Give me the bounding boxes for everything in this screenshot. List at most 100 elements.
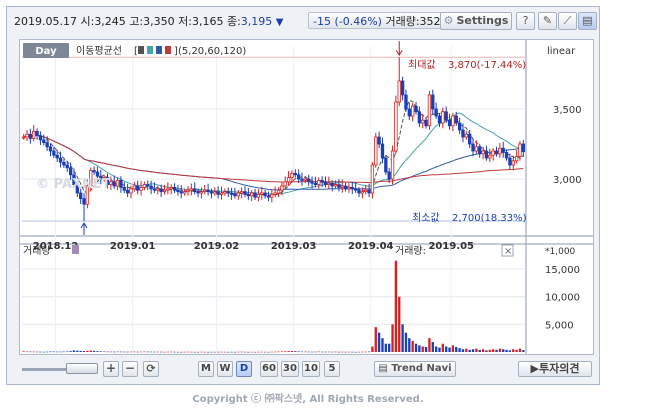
period-badge: Day	[35, 46, 57, 57]
volume-bar	[502, 349, 505, 352]
candle-body	[310, 181, 314, 184]
candle-body	[434, 108, 438, 117]
volume-bar	[200, 351, 203, 353]
candle-body	[447, 119, 452, 127]
candle-body	[25, 133, 29, 138]
volume-bar	[237, 351, 240, 353]
zoom-out-button[interactable]: −	[122, 361, 138, 377]
candle-body	[146, 184, 150, 187]
volume-bar	[314, 351, 317, 353]
zoom-in-button[interactable]: +	[103, 361, 119, 377]
volume-bar	[139, 351, 143, 353]
trend-navi-button[interactable]: ▤ Trend Navi	[374, 361, 456, 377]
min-value: 2,700(18.33%)	[452, 213, 527, 224]
ma-legend-swatch	[156, 46, 162, 54]
zoom-slider-thumb[interactable]	[66, 363, 98, 374]
candle-body	[263, 192, 267, 197]
volume-bar	[159, 351, 163, 353]
candle-body	[374, 136, 378, 166]
candle-body	[384, 157, 388, 173]
period-day-button[interactable]: D	[236, 361, 252, 377]
panel-icon[interactable]: ▤	[578, 12, 597, 30]
volume-bar	[522, 350, 525, 352]
period-60-button[interactable]: 60	[260, 361, 278, 377]
volume-bar	[186, 351, 190, 353]
ma-legend-swatch	[147, 46, 153, 54]
volume-bar	[310, 351, 314, 353]
candle-body	[290, 172, 294, 178]
close-label: 종:	[226, 15, 241, 28]
volume-bar	[465, 348, 468, 352]
candle-body	[514, 156, 519, 162]
candle-body	[52, 150, 56, 156]
candle-body	[186, 189, 190, 192]
period-5-button[interactable]: 5	[324, 361, 340, 377]
candle-body	[437, 115, 442, 124]
candle-body	[206, 189, 210, 192]
down-triangle-icon: ▼	[275, 17, 284, 28]
candle-body	[397, 80, 401, 103]
candle-body	[353, 188, 358, 191]
period-30-button[interactable]: 30	[281, 361, 299, 377]
volume-bar	[69, 351, 72, 352]
question-icon[interactable]: ?	[516, 12, 535, 30]
max-label: 최대값	[408, 59, 436, 71]
volume-bar	[277, 351, 280, 353]
x-tick-label: 2019.02	[194, 241, 240, 252]
pen-icon[interactable]: ✎	[538, 12, 557, 30]
volume-bar	[414, 343, 418, 352]
candle-body	[307, 178, 311, 183]
volume-bar	[92, 350, 96, 352]
volume-bar	[86, 350, 89, 352]
volume-bar	[290, 351, 294, 352]
investment-opinion-button[interactable]: ▶투자의견	[518, 361, 592, 377]
high-value: 3,350	[143, 15, 175, 28]
volume-bar	[56, 351, 59, 353]
period-week-button[interactable]: W	[217, 361, 233, 377]
volume-bar	[116, 351, 119, 353]
volume-bar	[183, 351, 186, 353]
volume-panel-title: 거래량	[23, 245, 51, 257]
volume-bar	[166, 351, 170, 353]
candle-body	[280, 185, 284, 191]
volume-bar	[213, 351, 216, 353]
period-10-button[interactable]: 10	[302, 361, 320, 377]
settings-button[interactable]: ⚙ Settings	[440, 12, 512, 30]
volume-bar	[82, 351, 86, 352]
volume-bar	[176, 351, 180, 353]
volume-bar	[324, 351, 327, 353]
candle-body	[172, 186, 177, 191]
volume-bar	[428, 338, 431, 352]
volume-legend-swatch	[72, 245, 79, 254]
volume-bar	[250, 351, 253, 353]
candle-body	[179, 191, 183, 194]
volume-bar	[180, 351, 183, 353]
chart-area[interactable]: 3,500 3,000 15,000 10,000 5,000 2018.12 2019.0…	[19, 39, 594, 355]
ohlc-info: 2019.05.17 시:3,245 고:3,350 저:3,165 종:3,1…	[14, 13, 284, 29]
candle-body	[166, 188, 170, 191]
change-value: -15	[313, 15, 331, 28]
candle-body	[293, 172, 297, 176]
candle-body	[481, 150, 485, 155]
ma-params: (5,20,60,120)	[178, 46, 246, 57]
volume-bar	[331, 351, 334, 353]
ruler-icon[interactable]: ⟋	[558, 12, 577, 30]
candle-body	[394, 101, 398, 152]
candle-body	[467, 133, 472, 145]
candle-body	[92, 170, 96, 173]
candle-body	[508, 157, 512, 166]
candle-body	[219, 192, 224, 195]
candle-body	[501, 147, 505, 153]
volume-bar	[401, 324, 404, 352]
refresh-icon[interactable]: ⟳	[143, 361, 159, 377]
candle-body	[162, 189, 167, 192]
candle-body	[58, 157, 63, 163]
candle-body	[313, 182, 318, 185]
period-month-button[interactable]: M	[198, 361, 214, 377]
candle-body	[337, 184, 341, 188]
volume-bar	[22, 351, 25, 352]
candle-body	[213, 191, 217, 194]
volume-bar	[337, 351, 341, 353]
candle-body	[340, 185, 344, 188]
candle-body	[410, 105, 415, 117]
